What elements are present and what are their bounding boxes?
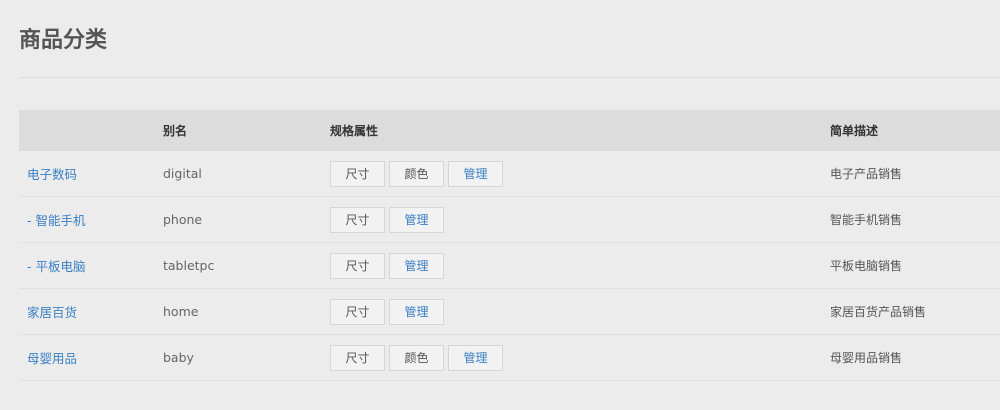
category-description: 母婴用品销售	[830, 351, 903, 365]
category-name-link[interactable]: - 平板电脑	[27, 256, 85, 275]
spec-button-group: 尺寸 管理	[330, 252, 444, 279]
category-name-link[interactable]: 母婴用品	[27, 348, 77, 367]
table-row: 电子数码 digital 尺寸 颜色 管理 电子产品销售	[19, 151, 1000, 197]
spec-color-button[interactable]: 颜色	[389, 160, 444, 187]
table-row: 母婴用品 baby 尺寸 颜色 管理 母婴用品销售	[19, 335, 1000, 381]
manage-spec-button[interactable]: 管理	[448, 160, 503, 187]
category-table: 别名 规格属性 简单描述 电子数码 digital 尺寸 颜色 管理 电子产品销…	[19, 110, 1000, 381]
header-alias: 别名	[163, 124, 188, 138]
header-desc: 简单描述	[830, 124, 879, 138]
spec-button-group: 尺寸 管理	[330, 298, 444, 325]
page-title: 商品分类	[19, 28, 108, 53]
table-row: - 平板电脑 tabletpc 尺寸 管理 平板电脑销售	[19, 243, 1000, 289]
spec-color-button[interactable]: 颜色	[389, 344, 444, 371]
manage-spec-button[interactable]: 管理	[389, 206, 444, 233]
manage-spec-button[interactable]: 管理	[389, 298, 444, 325]
category-description: 电子产品销售	[830, 167, 903, 181]
category-page: 商品分类 别名 规格属性 简单描述 电子数码 digital 尺寸 颜色 管理 …	[0, 0, 1000, 410]
manage-spec-button[interactable]: 管理	[389, 252, 444, 279]
category-name-link[interactable]: - 智能手机	[27, 210, 85, 229]
table-row: - 智能手机 phone 尺寸 管理 智能手机销售	[19, 197, 1000, 243]
spec-button-group: 尺寸 管理	[330, 206, 444, 233]
spec-button-group: 尺寸 颜色 管理	[330, 344, 503, 371]
header-spec: 规格属性	[330, 124, 379, 138]
table-row: 家居百货 home 尺寸 管理 家居百货产品销售	[19, 289, 1000, 335]
category-description: 家居百货产品销售	[830, 305, 927, 319]
title-divider	[19, 77, 1000, 78]
spec-size-button[interactable]: 尺寸	[330, 206, 385, 233]
category-alias: digital	[163, 166, 202, 181]
category-description: 智能手机销售	[830, 213, 903, 227]
category-alias: baby	[163, 350, 194, 365]
spec-size-button[interactable]: 尺寸	[330, 160, 385, 187]
spec-button-group: 尺寸 颜色 管理	[330, 160, 503, 187]
table-header-row: 别名 规格属性 简单描述	[19, 110, 1000, 151]
spec-size-button[interactable]: 尺寸	[330, 298, 385, 325]
spec-size-button[interactable]: 尺寸	[330, 344, 385, 371]
category-alias: phone	[163, 212, 203, 227]
spec-size-button[interactable]: 尺寸	[330, 252, 385, 279]
category-alias: home	[163, 304, 199, 319]
category-name-link[interactable]: 家居百货	[27, 302, 77, 321]
category-alias: tabletpc	[163, 258, 215, 273]
category-name-link[interactable]: 电子数码	[27, 164, 77, 183]
manage-spec-button[interactable]: 管理	[448, 344, 503, 371]
category-description: 平板电脑销售	[830, 259, 903, 273]
